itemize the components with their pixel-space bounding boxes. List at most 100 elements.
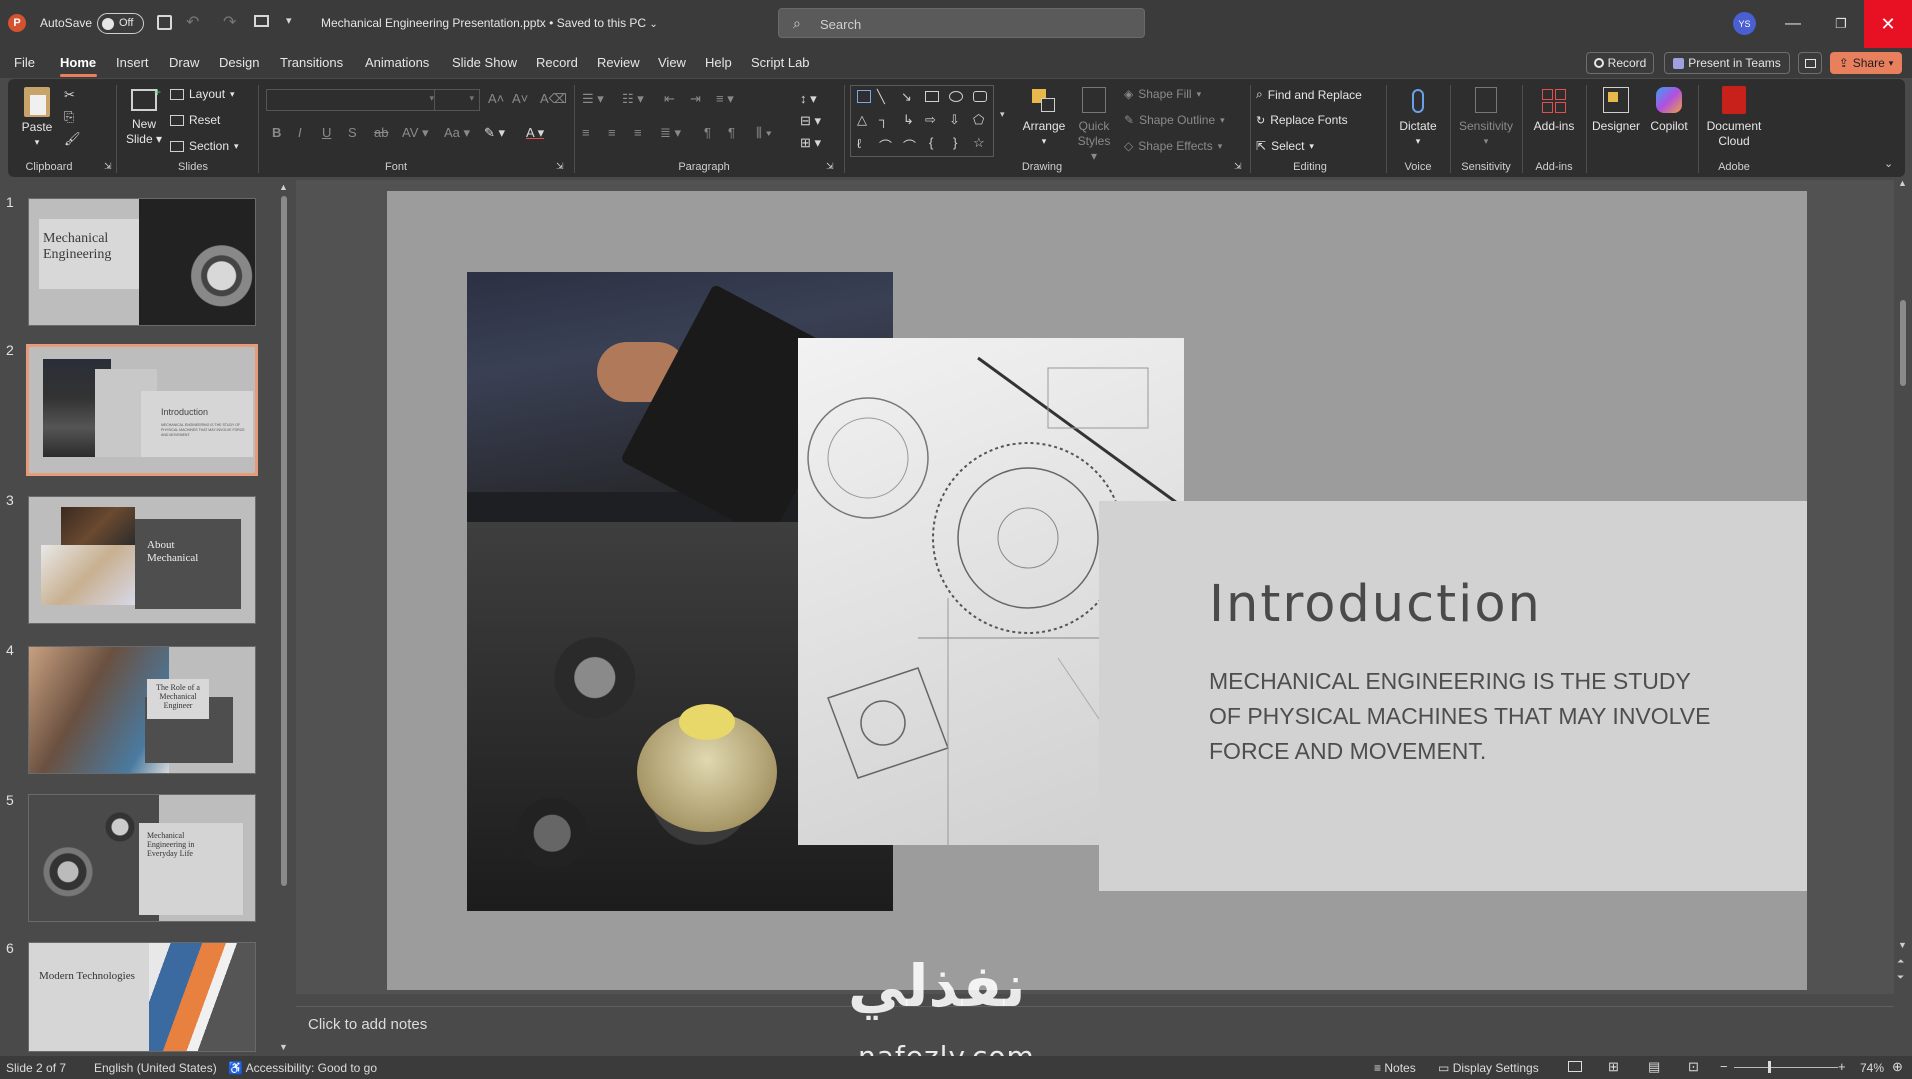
slide-count[interactable]: Slide 2 of 7 xyxy=(6,1061,66,1075)
slideshow-icon[interactable]: ⊡ xyxy=(1688,1059,1699,1075)
save-icon[interactable] xyxy=(157,15,172,30)
bold-icon[interactable]: B xyxy=(272,125,281,140)
slide-thumbnail-4[interactable]: The Role of a Mechanical Engineer xyxy=(28,646,256,774)
increase-indent-icon[interactable]: ⇥ xyxy=(690,91,701,107)
slide-sorter-icon[interactable]: ⊞ xyxy=(1608,1059,1619,1075)
highlight-icon[interactable]: ✎ ▾ xyxy=(484,125,505,141)
editor-scroll-up-icon[interactable]: ▲ xyxy=(1898,178,1907,188)
menu-review[interactable]: Review xyxy=(597,55,640,70)
shape-outline-button[interactable]: ✎ Shape Outline ▾ xyxy=(1124,113,1225,127)
language-indicator[interactable]: English (United States) xyxy=(94,1061,217,1075)
dialog-launcher-icon[interactable]: ⇲ xyxy=(556,161,564,172)
left-brace-icon[interactable]: { xyxy=(929,135,933,150)
shapes-gallery[interactable]: ╲ ↘ △ ┐ ↳ ⇨ ⇩ ⬠ ℓ ⌒ ⌒ { } ☆ xyxy=(850,85,994,157)
rtl-icon[interactable]: ¶ xyxy=(728,125,735,140)
oval-icon[interactable] xyxy=(949,91,963,102)
align-left-icon[interactable]: ≡ xyxy=(582,125,590,140)
slide-thumbnail-2[interactable]: Introduction MECHANICAL ENGINEERING IS T… xyxy=(26,344,258,476)
text-box-icon[interactable] xyxy=(857,90,871,103)
ribbon-collapse-icon[interactable]: ⌄ xyxy=(1884,157,1893,170)
text-direction-icon[interactable]: ↕ ▾ xyxy=(800,91,817,107)
dialog-launcher-icon[interactable]: ⇲ xyxy=(104,161,112,172)
menu-script-lab[interactable]: Script Lab xyxy=(751,55,810,70)
change-case-icon[interactable]: Aa ▾ xyxy=(444,125,470,141)
zoom-slider-thumb[interactable] xyxy=(1768,1061,1771,1073)
format-painter-icon[interactable]: 🖌 xyxy=(64,131,81,147)
menu-home[interactable]: Home xyxy=(60,55,96,70)
new-slide-button[interactable]: + New Slide ▾ xyxy=(124,83,164,147)
decrease-font-icon[interactable]: A˅ xyxy=(512,91,528,106)
select-button[interactable]: ⇱ Select ▾ xyxy=(1256,139,1314,153)
undo-icon[interactable]: ↶ xyxy=(186,12,199,32)
underline-icon[interactable]: U xyxy=(322,125,331,140)
elbow-arrow-icon[interactable]: ↳ xyxy=(903,112,914,128)
paste-button[interactable]: Paste ▾ xyxy=(16,83,58,150)
bullets-icon[interactable]: ☰ ▾ xyxy=(582,91,604,107)
share-button[interactable]: ⇪ Share ▾ xyxy=(1830,52,1902,74)
search-box[interactable]: ⌕ Search xyxy=(778,8,1145,38)
zoom-out-icon[interactable]: − xyxy=(1720,1059,1728,1074)
thumbnail-scrollbar-thumb[interactable] xyxy=(281,196,287,886)
menu-draw[interactable]: Draw xyxy=(169,55,199,70)
find-and-replace-button[interactable]: ⌕ Find and Replace xyxy=(1256,87,1362,102)
zoom-slider-track[interactable] xyxy=(1734,1067,1838,1068)
intro-text-box[interactable]: Introduction MECHANICAL ENGINEERING IS T… xyxy=(1099,501,1807,891)
reset-button[interactable]: Reset xyxy=(170,113,220,127)
present-in-teams-button[interactable]: Present in Teams xyxy=(1664,52,1790,74)
present-from-beginning-icon[interactable] xyxy=(254,15,269,27)
editor-scrollbar-thumb[interactable] xyxy=(1900,300,1906,386)
justify-icon[interactable]: ≣ ▾ xyxy=(660,125,681,141)
designer-button[interactable]: Designer xyxy=(1590,83,1642,134)
line-icon[interactable]: ╲ xyxy=(877,89,885,105)
line-spacing-icon[interactable]: ≡ ▾ xyxy=(716,91,734,107)
menu-transitions[interactable]: Transitions xyxy=(280,55,343,70)
curve-icon[interactable]: ⌒ xyxy=(879,136,892,155)
numbering-icon[interactable]: ☷ ▾ xyxy=(622,91,644,107)
editor-scroll-down-icon[interactable]: ▼ xyxy=(1898,940,1907,950)
thumbnail-scroll-up-icon[interactable]: ▲ xyxy=(279,182,288,192)
previous-slide-icon[interactable]: ⏶ xyxy=(1897,956,1904,967)
minimize-button[interactable]: — xyxy=(1769,0,1817,48)
section-button[interactable]: Section ▾ xyxy=(170,139,239,153)
slide-thumbnail-1[interactable]: Mechanical Engineering xyxy=(28,198,256,326)
quick-styles-button[interactable]: Quick Styles ▾ xyxy=(1074,83,1114,164)
columns-icon[interactable]: ⫼ ▾ xyxy=(756,125,772,141)
right-arrow-icon[interactable]: ⇨ xyxy=(925,112,936,128)
font-color-icon[interactable]: A ▾ xyxy=(526,125,544,141)
menu-animations[interactable]: Animations xyxy=(365,55,429,70)
slide-thumbnail-5[interactable]: Mechanical Engineering in Everyday Life xyxy=(28,794,256,922)
copy-icon[interactable]: ⎘ xyxy=(64,109,74,125)
sensitivity-button[interactable]: Sensitivity ▾ xyxy=(1454,83,1518,149)
clear-formatting-icon[interactable]: A⌫ xyxy=(540,91,567,107)
menu-slide-show[interactable]: Slide Show xyxy=(452,55,517,70)
rectangle-icon[interactable] xyxy=(925,91,939,102)
slide-body-line-2[interactable]: OF PHYSICAL MACHINES THAT MAY INVOLVE xyxy=(1209,703,1710,730)
restore-button[interactable]: ❐ xyxy=(1817,0,1865,48)
document-cloud-button[interactable]: Document Cloud xyxy=(1702,83,1766,149)
menu-view[interactable]: View xyxy=(658,55,686,70)
close-button[interactable]: ✕ xyxy=(1864,0,1912,48)
smartart-icon[interactable]: ⊞ ▾ xyxy=(800,135,821,151)
comments-button[interactable] xyxy=(1798,52,1822,74)
increase-font-icon[interactable]: A˄ xyxy=(488,91,504,106)
display-settings-button[interactable]: ▭ Display Settings xyxy=(1438,1061,1539,1075)
dictate-button[interactable]: Dictate ▾ xyxy=(1392,83,1444,149)
redo-icon[interactable]: ↷ xyxy=(223,12,236,32)
arrange-button[interactable]: Arrange ▾ xyxy=(1022,83,1066,149)
shape-fill-button[interactable]: ◈ Shape Fill ▾ xyxy=(1124,87,1201,101)
slide-canvas[interactable]: Introduction MECHANICAL ENGINEERING IS T… xyxy=(387,191,1807,990)
font-size-box[interactable]: ▾ xyxy=(434,89,480,111)
down-arrow-icon[interactable]: ⇩ xyxy=(949,112,960,128)
copilot-button[interactable]: Copilot xyxy=(1644,83,1694,134)
strikethrough-icon[interactable]: ab xyxy=(374,125,388,140)
align-text-icon[interactable]: ⊟ ▾ xyxy=(800,113,821,129)
decrease-indent-icon[interactable]: ⇤ xyxy=(664,91,675,107)
notes-toggle[interactable]: ≡ Notes xyxy=(1374,1061,1416,1075)
record-button[interactable]: Record xyxy=(1586,52,1654,74)
ltr-icon[interactable]: ¶ xyxy=(704,125,711,140)
save-status[interactable]: • Saved to this PC xyxy=(549,16,646,30)
slide-body-line-3[interactable]: FORCE AND MOVEMENT. xyxy=(1209,738,1486,765)
cut-icon[interactable]: ✂ xyxy=(64,87,75,103)
slide-title[interactable]: Introduction xyxy=(1209,575,1542,634)
shadow-icon[interactable]: S xyxy=(348,125,357,140)
